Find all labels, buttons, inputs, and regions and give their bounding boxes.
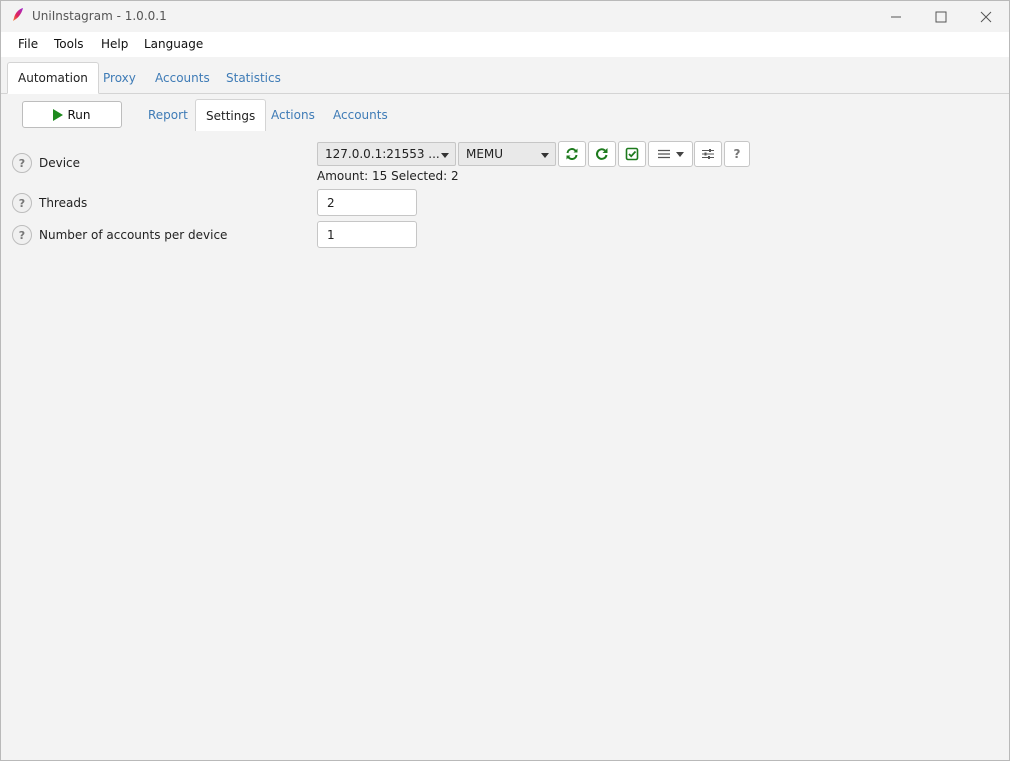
run-button[interactable]: Run: [22, 101, 122, 128]
run-label: Run: [67, 107, 91, 122]
chevron-down-icon: [541, 153, 549, 158]
subtab-settings[interactable]: Settings: [195, 99, 267, 131]
subtab-accounts[interactable]: Accounts: [323, 99, 398, 131]
menu-language[interactable]: Language: [144, 37, 203, 51]
accounts-per-device-label: Number of accounts per device: [39, 228, 228, 242]
accounts-per-device-help-button[interactable]: ?: [12, 225, 32, 245]
sync-button[interactable]: [558, 141, 586, 167]
menu-help[interactable]: Help: [101, 37, 128, 51]
select-all-button[interactable]: [618, 141, 646, 167]
list-menu-button[interactable]: [648, 141, 693, 167]
threads-input[interactable]: [317, 189, 417, 216]
device-select-value: 127.0.0.1:21553 ...: [325, 147, 440, 161]
maximize-button[interactable]: [918, 1, 964, 32]
threads-label: Threads: [39, 196, 88, 210]
device-info-button[interactable]: ?: [724, 141, 750, 167]
threads-help-button[interactable]: ?: [12, 193, 32, 213]
check-square-icon: [625, 147, 639, 161]
minimize-icon: [891, 16, 901, 17]
device-label: Device: [39, 156, 81, 170]
main-tab-bar: Automation Proxy Accounts Statistics: [1, 57, 1009, 94]
subtab-actions[interactable]: Actions: [261, 99, 325, 131]
close-icon: [980, 11, 992, 22]
menu-tools[interactable]: Tools: [54, 37, 84, 51]
device-help-button[interactable]: ?: [12, 153, 32, 173]
window-title: UniInstagram - 1.0.0.1: [32, 9, 167, 23]
filter-settings-button[interactable]: [694, 141, 722, 167]
close-button[interactable]: [963, 1, 1009, 32]
tab-accounts[interactable]: Accounts: [145, 62, 220, 94]
help-icon: ?: [733, 147, 741, 161]
subtab-report[interactable]: Report: [138, 99, 198, 131]
tab-proxy[interactable]: Proxy: [93, 62, 146, 94]
menu-bar: File Tools Help Language: [1, 32, 1009, 57]
menu-file[interactable]: File: [18, 37, 38, 51]
title-bar: UniInstagram - 1.0.0.1: [1, 1, 1009, 32]
app-window: UniInstagram - 1.0.0.1 File Tools Help L…: [0, 0, 1010, 761]
list-menu-icon: [657, 149, 684, 159]
tab-statistics[interactable]: Statistics: [216, 62, 291, 94]
minimize-button[interactable]: [873, 1, 919, 32]
play-icon: [53, 108, 64, 121]
chevron-down-icon: [441, 153, 449, 158]
tab-automation[interactable]: Automation: [7, 62, 99, 94]
emulator-select[interactable]: MEMU: [458, 142, 556, 166]
emulator-select-value: MEMU: [466, 147, 504, 161]
device-amount-status: Amount: 15 Selected: 2: [317, 169, 459, 183]
sliders-icon: [702, 149, 714, 159]
sync-icon: [566, 148, 578, 160]
refresh-icon: [596, 148, 608, 160]
device-select[interactable]: 127.0.0.1:21553 ...: [317, 142, 456, 166]
maximize-icon: [935, 11, 947, 22]
feather-icon: [12, 8, 23, 24]
refresh-button[interactable]: [588, 141, 616, 167]
accounts-per-device-input[interactable]: [317, 221, 417, 248]
